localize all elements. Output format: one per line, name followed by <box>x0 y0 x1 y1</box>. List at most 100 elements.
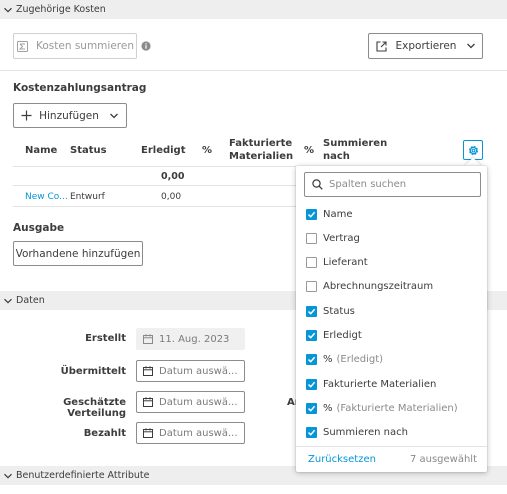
reset-link[interactable]: Zurücksetzen <box>308 454 376 465</box>
divider <box>13 166 296 167</box>
estimated-date-field[interactable]: Datum auswä... <box>136 391 245 413</box>
column-header-pct-billed[interactable]: % <box>304 144 314 157</box>
info-icon[interactable] <box>141 41 151 51</box>
checkbox-unchecked[interactable] <box>306 257 317 269</box>
checkbox-checked[interactable] <box>306 208 317 220</box>
column-header-sum-line1: Summieren <box>323 138 388 149</box>
column-header-status[interactable]: Status <box>70 144 107 157</box>
checkbox-checked[interactable] <box>306 330 317 341</box>
chevron-down-icon <box>467 43 476 49</box>
checkbox-checked[interactable] <box>306 305 317 317</box>
checkbox-checked[interactable] <box>306 354 317 366</box>
submitted-date-placeholder: Datum auswä... <box>159 365 238 377</box>
checkmark-icon <box>307 211 316 218</box>
checkbox-unchecked[interactable] <box>306 281 317 293</box>
column-option[interactable]: Erledigt <box>306 328 362 344</box>
column-option[interactable]: % (Erledigt) <box>306 352 383 368</box>
column-option[interactable]: Lieferant <box>306 255 368 271</box>
calendar-icon <box>143 366 153 376</box>
checkbox-checked[interactable] <box>306 378 317 390</box>
checkmark-icon <box>307 381 316 388</box>
payment-request-title: Kostenzahlungsantrag <box>13 82 147 94</box>
column-option-label: Erledigt <box>323 330 362 341</box>
column-option[interactable]: Summieren nach <box>306 425 408 441</box>
column-option[interactable]: % (Fakturierte Materialien) <box>306 400 458 416</box>
export-button[interactable]: Exportieren <box>368 33 483 59</box>
column-option[interactable]: Abrechnungszeitraum <box>306 279 433 295</box>
estimated-date-placeholder: Datum auswä... <box>159 396 238 408</box>
row-done: 0,00 <box>161 192 182 202</box>
column-header-billed-line2: Materialien <box>229 151 294 162</box>
row-status: Entwurf <box>70 192 105 202</box>
calendar-icon <box>143 334 153 344</box>
chevron-down-icon <box>109 113 118 118</box>
checkmark-icon <box>307 332 316 339</box>
add-button[interactable]: Hinzufügen <box>13 103 127 128</box>
gear-icon <box>468 145 478 155</box>
expense-title: Ausgabe <box>13 222 65 234</box>
column-option-label: Summieren nach <box>323 427 408 439</box>
paid-label: Bezahlt <box>83 428 126 439</box>
total-done: 0,00 <box>161 171 185 182</box>
chevron-down-icon <box>4 298 12 304</box>
column-header-pct-done[interactable]: % <box>202 144 212 157</box>
created-label: Erstellt <box>85 333 126 344</box>
column-header-done[interactable]: Erledigt <box>141 144 186 157</box>
column-search-field[interactable] <box>304 172 481 197</box>
column-header-sum-line2: nach <box>323 151 350 162</box>
sum-icon <box>17 40 28 52</box>
column-option-label: Name <box>323 208 353 220</box>
add-label: Hinzufügen <box>39 109 99 122</box>
submitted-label: Übermittelt <box>60 366 126 377</box>
divider <box>0 70 507 71</box>
sum-costs-button[interactable]: Kosten summieren <box>13 33 137 59</box>
column-option-suffix: (Erledigt) <box>336 354 384 366</box>
column-header-sum[interactable]: Summieren nach <box>323 137 387 163</box>
section-title: Daten <box>16 295 45 306</box>
calendar-icon <box>143 428 153 438</box>
created-date-value: 11. Aug. 2023 <box>159 333 230 345</box>
chevron-down-icon <box>4 473 12 479</box>
estimated-label: Geschätzte Verteilung <box>63 397 126 419</box>
column-option-suffix: (Fakturierte Materialien) <box>336 402 458 414</box>
checkbox-checked[interactable] <box>306 402 317 414</box>
column-option[interactable]: Status <box>306 303 355 319</box>
column-search-input[interactable] <box>329 179 469 190</box>
column-option-label: Status <box>323 305 355 317</box>
checkmark-icon <box>307 429 316 436</box>
column-option[interactable]: Vertrag <box>306 230 360 246</box>
column-option-label: Lieferant <box>323 257 368 269</box>
sum-costs-label: Kosten summieren <box>36 40 134 52</box>
column-header-name[interactable]: Name <box>25 144 57 157</box>
section-header-related-costs[interactable]: Zugehörige Kosten <box>0 0 507 19</box>
calendar-icon <box>143 397 153 407</box>
column-option-label: Abrechnungszeitraum <box>323 281 434 293</box>
column-chooser-dropdown: Name Vertrag Lieferant Abrechnungszeitraum S… <box>296 166 487 472</box>
paid-date-placeholder: Datum auswä... <box>159 427 238 439</box>
created-date-field: 11. Aug. 2023 <box>136 328 245 350</box>
checkmark-icon <box>307 308 316 315</box>
submitted-date-field[interactable]: Datum auswä... <box>136 360 245 382</box>
checkmark-icon <box>307 357 316 364</box>
checkbox-checked[interactable] <box>306 427 317 439</box>
checkbox-unchecked[interactable] <box>306 232 317 244</box>
export-label: Exportieren <box>395 40 457 52</box>
row-name-link[interactable]: New Co... <box>25 192 68 202</box>
section-title: Zugehörige Kosten <box>16 4 106 15</box>
add-existing-button[interactable]: Vorhandene hinzufügen <box>13 241 143 266</box>
column-option-label: % <box>323 354 333 366</box>
column-option-label: Fakturierte Materialien <box>323 378 437 390</box>
column-chooser-footer: Zurücksetzen 7 ausgewählt <box>296 446 487 472</box>
divider <box>13 185 296 186</box>
column-header-billed[interactable]: Fakturierte Materialien <box>229 137 293 163</box>
export-icon <box>375 40 387 52</box>
column-option[interactable]: Name <box>306 206 353 222</box>
column-option-label: Vertrag <box>323 232 360 244</box>
column-option-label: % <box>323 402 333 414</box>
paid-date-field[interactable]: Datum auswä... <box>136 422 245 444</box>
add-existing-label: Vorhandene hinzufügen <box>15 247 141 260</box>
chevron-down-icon <box>4 7 12 13</box>
divider <box>13 206 296 207</box>
column-option[interactable]: Fakturierte Materialien <box>306 376 436 392</box>
column-header-billed-line1: Fakturierte <box>229 138 293 149</box>
